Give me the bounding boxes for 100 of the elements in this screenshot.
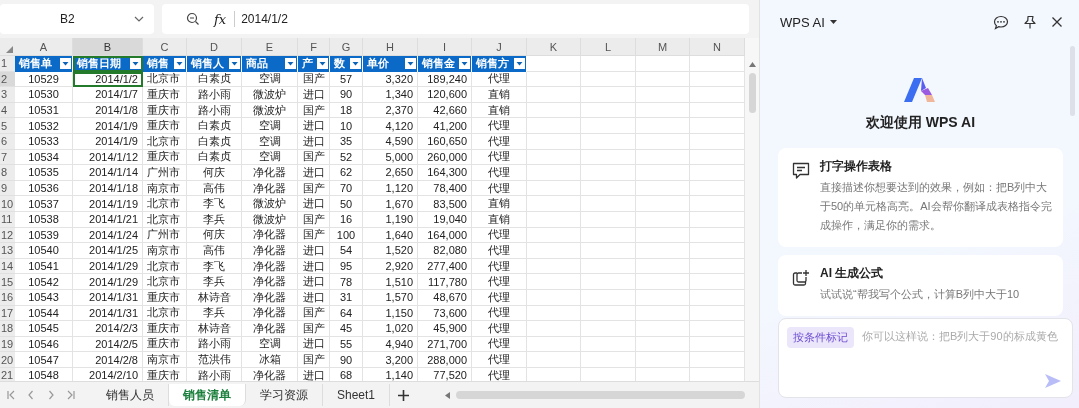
scrollbar-thumb[interactable] <box>748 73 756 113</box>
table-cell <box>527 149 581 166</box>
row-header[interactable]: 13 <box>0 243 15 259</box>
formula-field[interactable]: fx 2014/1/2 <box>162 4 749 34</box>
row-header[interactable]: 10 <box>0 196 15 212</box>
filter-dropdown[interactable] <box>285 58 296 70</box>
welcome-title: 欢迎使用 WPS AI <box>865 114 976 132</box>
table-cell: 10542 <box>15 274 73 290</box>
column-header[interactable]: F <box>298 38 330 56</box>
row-header[interactable]: 20 <box>0 352 15 368</box>
table-cell: 国产 <box>298 211 330 228</box>
row-header[interactable]: 8 <box>0 165 15 181</box>
filter-dropdown[interactable] <box>317 58 328 70</box>
sheet-tab[interactable]: 销售清单 <box>169 384 246 406</box>
filter-dropdown[interactable] <box>459 58 470 70</box>
table-cell: 1,340 <box>363 87 418 103</box>
table-cell: 重庆市 <box>143 321 187 337</box>
add-sheet-icon[interactable] <box>398 389 410 401</box>
vertical-scrollbar[interactable] <box>745 38 759 381</box>
table-cell: 李兵 <box>187 274 242 290</box>
table-cell: 微波炉 <box>242 87 298 103</box>
table-cell: 代理 <box>472 274 527 290</box>
assistant-menu[interactable]: WPS AI <box>780 14 825 30</box>
row-header[interactable]: 1 <box>0 56 15 72</box>
scroll-left-icon[interactable] <box>445 391 450 399</box>
table-cell: 范洪伟 <box>187 352 242 368</box>
sheet-tab[interactable]: 学习资源 <box>246 384 323 406</box>
prompt-input[interactable]: 按条件标记 你可以这样说：把B列大于90的标成黄色 <box>778 318 1073 398</box>
table-cell <box>636 321 690 337</box>
row-header[interactable]: 18 <box>0 321 15 337</box>
formula-value: 2014/1/2 <box>241 12 288 26</box>
suggestion-card[interactable]: 打字操作表格 直接描述你想要达到的效果，例如：把B列中大于50的单元格高亮。AI会帮你翻译成表格指令完成操作，满足你的需求。 <box>778 148 1063 247</box>
filter-dropdown[interactable] <box>350 58 361 70</box>
column-header[interactable]: L <box>581 38 636 56</box>
select-all-icon[interactable] <box>6 46 13 53</box>
table-cell: 45,900 <box>418 321 472 337</box>
command-chip[interactable]: 按条件标记 <box>787 327 854 348</box>
column-header[interactable]: B <box>73 38 143 56</box>
close-icon[interactable] <box>1051 16 1063 28</box>
column-header[interactable]: C <box>143 38 187 56</box>
column-header[interactable]: J <box>472 38 527 56</box>
table-cell: 31 <box>330 289 363 306</box>
table-cell <box>581 165 636 181</box>
row-header[interactable]: 15 <box>0 274 15 290</box>
table-cell <box>581 243 636 259</box>
name-box[interactable]: B2 <box>0 4 154 34</box>
column-header[interactable]: H <box>363 38 418 56</box>
table-cell: 1,020 <box>363 321 418 337</box>
column-header[interactable]: E <box>242 38 298 56</box>
filter-dropdown[interactable] <box>130 58 141 70</box>
table-header-cell: 销售人 <box>187 56 242 72</box>
row-header[interactable]: 3 <box>0 87 15 103</box>
function-label[interactable]: fx <box>214 11 227 27</box>
table-cell <box>636 196 690 212</box>
filter-dropdown[interactable] <box>60 58 71 70</box>
column-header[interactable]: A <box>15 38 73 56</box>
table-cell: 1,510 <box>363 274 418 290</box>
filter-dropdown[interactable] <box>174 58 185 70</box>
table-cell: 重庆市 <box>143 87 187 103</box>
table-cell: 空调 <box>242 133 298 150</box>
table-cell: 代理 <box>472 149 527 166</box>
column-header[interactable]: G <box>330 38 363 56</box>
table-cell: 直销 <box>472 102 527 119</box>
table-cell: 国产 <box>298 102 330 119</box>
zoom-out-icon[interactable] <box>186 12 200 26</box>
column-header[interactable]: N <box>690 38 745 56</box>
pin-icon[interactable] <box>1023 14 1037 30</box>
column-header[interactable]: K <box>527 38 581 56</box>
table-cell: 1,120 <box>363 180 418 197</box>
row-header[interactable]: 5 <box>0 118 15 134</box>
column-header[interactable]: D <box>187 38 242 56</box>
table-cell: 路小雨 <box>187 102 242 119</box>
first-sheet-icon[interactable] <box>6 390 16 400</box>
table-cell <box>527 133 581 150</box>
last-sheet-icon[interactable] <box>66 390 76 400</box>
card-title: AI 生成公式 <box>820 265 885 282</box>
column-header[interactable]: I <box>418 38 472 56</box>
table-cell: 117,780 <box>418 274 472 290</box>
sheet-tab[interactable]: Sheet1 <box>323 384 391 406</box>
scroll-up-icon[interactable] <box>748 62 756 67</box>
table-cell <box>636 165 690 181</box>
chat-icon[interactable] <box>993 14 1009 30</box>
table-cell: 73,600 <box>418 305 472 322</box>
copy-plus-icon <box>792 269 810 287</box>
filter-dropdown[interactable] <box>405 58 416 70</box>
table-cell <box>581 196 636 212</box>
filter-dropdown[interactable] <box>229 58 240 70</box>
table-cell <box>527 305 581 322</box>
table-cell: 4,120 <box>363 118 418 134</box>
table-cell: 90 <box>330 87 363 103</box>
table-cell: 净化器 <box>242 274 298 290</box>
caret-icon[interactable] <box>829 20 837 24</box>
table-cell: 空调 <box>242 149 298 166</box>
filter-dropdown[interactable] <box>514 58 525 70</box>
suggestion-card[interactable]: AI 生成公式 试试说“帮我写个公式，计算B列中大于10 <box>778 255 1063 316</box>
table-cell: 2014/2/5 <box>73 336 143 353</box>
table-cell: 广州市 <box>143 165 187 181</box>
column-header[interactable]: M <box>636 38 690 56</box>
table-cell <box>527 289 581 306</box>
table-cell <box>636 56 690 72</box>
